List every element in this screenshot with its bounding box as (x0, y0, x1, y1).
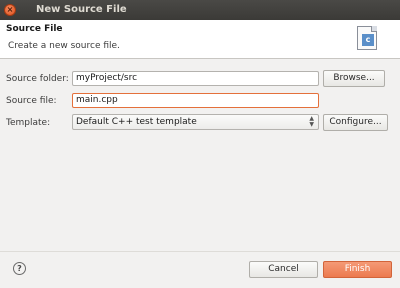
finish-button[interactable]: Finish (323, 261, 392, 278)
c-letter: c (362, 34, 374, 46)
source-file-label: Source file: (6, 96, 57, 106)
template-select[interactable]: Default C++ test template ▲ ▼ (72, 114, 319, 130)
c-source-file-icon: c (357, 26, 377, 50)
header-banner: Source File Create a new source file. c (0, 20, 400, 59)
source-file-input[interactable]: main.cpp (72, 93, 319, 108)
source-folder-input[interactable]: myProject/src (72, 71, 319, 86)
template-select-value: Default C++ test template (76, 117, 197, 127)
cancel-button[interactable]: Cancel (249, 261, 318, 278)
template-label: Template: (6, 118, 51, 128)
configure-button[interactable]: Configure... (323, 114, 388, 131)
browse-button[interactable]: Browse... (323, 70, 385, 87)
banner-title: Source File (6, 24, 63, 34)
close-window-button[interactable]: × (4, 4, 16, 16)
source-folder-label: Source folder: (6, 74, 69, 84)
banner-description: Create a new source file. (8, 41, 120, 51)
help-icon[interactable]: ? (13, 262, 26, 275)
window-title: New Source File (36, 4, 127, 15)
footer-divider (0, 251, 400, 252)
title-bar: × New Source File (0, 0, 400, 20)
updown-arrows-icon: ▲ ▼ (309, 115, 314, 128)
